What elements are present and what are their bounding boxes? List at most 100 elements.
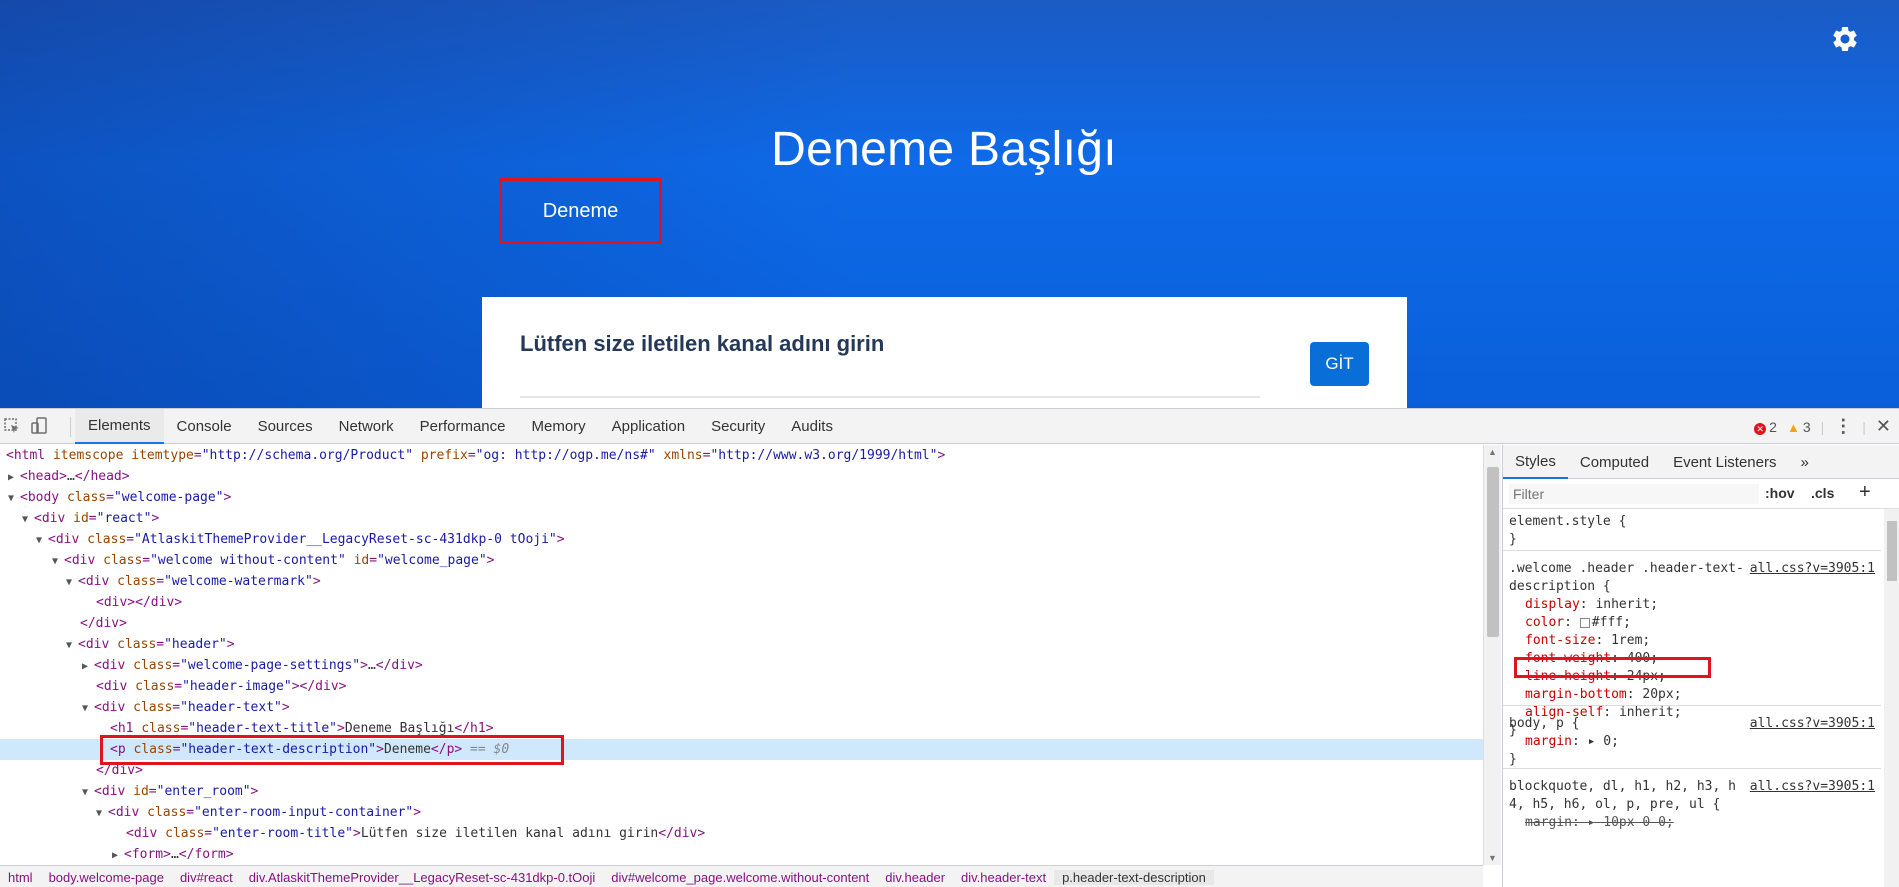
warning-icon: ▲ xyxy=(1786,419,1800,435)
elements-tree: <html itemscope itemtype="http://schema.… xyxy=(0,445,1483,865)
device-toolbar-icon[interactable] xyxy=(30,416,50,436)
status-divider: | xyxy=(1820,418,1825,435)
error-counter[interactable]: ✕ 2 xyxy=(1754,419,1777,435)
devtools-panel: Elements Console Sources Network Perform… xyxy=(0,408,1899,887)
tab-elements[interactable]: Elements xyxy=(75,409,164,444)
hov-toggle[interactable]: :hov xyxy=(1765,485,1795,501)
css-rule-body-p: all.css?v=3905:1 body, p { margin: ▸ 0; … xyxy=(1503,711,1881,769)
welcome-page: Deneme Başlığı Deneme Lütfen size iletil… xyxy=(0,0,1899,408)
scrollbar-thumb[interactable] xyxy=(1887,521,1897,581)
collapsed-triangle-icon: ▶ xyxy=(112,850,119,861)
expanded-triangle-icon: ▼ xyxy=(66,577,73,588)
status-divider-2: | xyxy=(1862,418,1866,435)
css-property[interactable]: font-size: 1rem; xyxy=(1509,632,1875,650)
breadcrumb-item[interactable]: div.header xyxy=(877,870,953,885)
toolbar-divider xyxy=(70,417,71,437)
gear-icon[interactable] xyxy=(1830,24,1860,54)
breadcrumb-item[interactable]: div.AtlaskitThemeProvider__LegacyReset-s… xyxy=(241,870,604,885)
expanded-triangle-icon: ▼ xyxy=(66,640,73,651)
dom-node-enter-room[interactable]: ▼ <div id="enter_room"> xyxy=(0,781,1483,802)
more-tabs-icon[interactable]: » xyxy=(1788,445,1820,479)
tab-computed[interactable]: Computed xyxy=(1568,445,1661,479)
breadcrumb-item[interactable]: div#welcome_page.welcome.without-content xyxy=(603,870,877,885)
source-link[interactable]: all.css?v=3905:1 xyxy=(1750,715,1875,733)
dom-node-settings[interactable]: ▶ <div class="welcome-page-settings">…</d… xyxy=(0,655,1483,676)
dom-node-body[interactable]: ▼ <body class="welcome-page"> xyxy=(0,487,1483,508)
dom-node-react[interactable]: ▼ <div id="react"> xyxy=(0,508,1483,529)
breadcrumb: html body.welcome-page div#react div.Atl… xyxy=(0,865,1483,887)
source-link[interactable]: all.css?v=3905:1 xyxy=(1750,560,1875,578)
devtools-toolbar: Elements Console Sources Network Perform… xyxy=(0,409,1899,444)
collapsed-triangle-icon: ▶ xyxy=(82,661,89,672)
expanded-triangle-icon: ▼ xyxy=(52,556,59,567)
tab-memory[interactable]: Memory xyxy=(519,409,599,444)
tab-console[interactable]: Console xyxy=(164,409,245,444)
rule-selector[interactable]: element.style { xyxy=(1509,513,1875,531)
dom-node-room-title[interactable]: <div class="enter-room-title">Lütfen siz… xyxy=(0,823,1483,844)
styles-filter-input[interactable] xyxy=(1509,484,1759,504)
enter-room-card: Lütfen size iletilen kanal adını girin G… xyxy=(482,297,1407,408)
css-property-overridden[interactable]: margin: ▸ 10px 0 0; xyxy=(1509,814,1875,832)
tab-sources[interactable]: Sources xyxy=(245,409,326,444)
elements-scrollbar[interactable]: ▲ ▼ xyxy=(1483,445,1501,865)
css-property[interactable]: margin-bottom: 20px; xyxy=(1509,686,1875,704)
scrollbar-thumb[interactable] xyxy=(1487,467,1499,637)
breadcrumb-item[interactable]: div#react xyxy=(172,870,241,885)
tab-security[interactable]: Security xyxy=(698,409,778,444)
breadcrumb-item[interactable]: body.welcome-page xyxy=(41,870,172,885)
styles-scrollbar[interactable] xyxy=(1884,509,1899,887)
breadcrumb-item-current[interactable]: p.header-text-description xyxy=(1054,869,1214,885)
css-property[interactable]: color: #fff; xyxy=(1509,614,1875,632)
rule-close: } xyxy=(1509,532,1517,547)
element-style-rule: element.style { } xyxy=(1503,509,1881,551)
scroll-up-icon: ▲ xyxy=(1488,447,1497,457)
error-icon: ✕ xyxy=(1754,422,1767,435)
go-button[interactable]: GİT xyxy=(1310,342,1369,386)
styles-rules: element.style { } all.css?v=3905:1 .welc… xyxy=(1503,509,1881,887)
collapsed-triangle-icon: ▶ xyxy=(8,472,15,483)
css-property[interactable]: display: inherit; xyxy=(1509,596,1875,614)
tab-event-listeners[interactable]: Event Listeners xyxy=(1661,445,1788,479)
tab-performance[interactable]: Performance xyxy=(407,409,519,444)
breadcrumb-item[interactable]: html xyxy=(0,870,41,885)
rule-close: } xyxy=(1509,752,1517,767)
dom-node-empty-div[interactable]: <div></div> xyxy=(0,592,1483,613)
dom-node-header[interactable]: ▼ <div class="header"> xyxy=(0,634,1483,655)
expanded-triangle-icon: ▼ xyxy=(82,703,89,714)
expanded-triangle-icon: ▼ xyxy=(36,535,43,546)
dom-node-input-container[interactable]: ▼ <div class="enter-room-input-container"… xyxy=(0,802,1483,823)
inspect-element-icon[interactable] xyxy=(2,416,22,436)
dom-node-watermark[interactable]: ▼ <div class="welcome-watermark"> xyxy=(0,571,1483,592)
dom-node-theme-provider[interactable]: ▼ <div class="AtlaskitThemeProvider__Lega… xyxy=(0,529,1483,550)
color-swatch[interactable] xyxy=(1579,617,1590,628)
tab-styles[interactable]: Styles xyxy=(1503,445,1568,479)
dom-node-close-div[interactable]: </div> xyxy=(0,613,1483,634)
tab-audits[interactable]: Audits xyxy=(778,409,846,444)
source-link[interactable]: all.css?v=3905:1 xyxy=(1750,778,1875,796)
kebab-menu-icon[interactable]: ⋮ xyxy=(1834,416,1852,437)
dom-node-welcome-page[interactable]: ▼ <div class="welcome without-content" id… xyxy=(0,550,1483,571)
tab-application[interactable]: Application xyxy=(599,409,698,444)
breadcrumb-item[interactable]: div.header-text xyxy=(953,870,1054,885)
highlight-box-align-self xyxy=(1514,657,1711,678)
tab-network[interactable]: Network xyxy=(326,409,407,444)
dom-node-head[interactable]: ▶ <head>…</head> xyxy=(0,466,1483,487)
cls-toggle[interactable]: .cls xyxy=(1811,485,1834,501)
room-input-underline[interactable] xyxy=(520,396,1260,398)
dom-node-header-text[interactable]: ▼ <div class="header-text"> xyxy=(0,697,1483,718)
enter-room-title: Lütfen size iletilen kanal adını girin xyxy=(520,331,885,356)
styles-filter-row: :hov .cls + xyxy=(1503,479,1899,509)
styles-tabs: Styles Computed Event Listeners » xyxy=(1503,445,1899,479)
styles-pane: Styles Computed Event Listeners » :hov .… xyxy=(1502,445,1899,887)
new-rule-button[interactable]: + xyxy=(1859,481,1871,504)
warning-counter[interactable]: ▲ 3 xyxy=(1787,419,1811,435)
dom-node-html[interactable]: <html itemscope itemtype="http://schema.… xyxy=(0,445,1483,466)
css-property[interactable]: margin: ▸ 0; xyxy=(1509,733,1875,751)
dom-node-form[interactable]: ▶ <form>…</form> xyxy=(0,844,1483,865)
dom-node-header-image[interactable]: <div class="header-image"></div> xyxy=(0,676,1483,697)
close-icon[interactable]: ✕ xyxy=(1876,416,1891,437)
scroll-down-icon: ▼ xyxy=(1488,853,1497,863)
highlight-box-dom xyxy=(100,735,564,765)
expanded-triangle-icon: ▼ xyxy=(8,493,15,504)
devtools-tabs: Elements Console Sources Network Perform… xyxy=(75,409,846,444)
